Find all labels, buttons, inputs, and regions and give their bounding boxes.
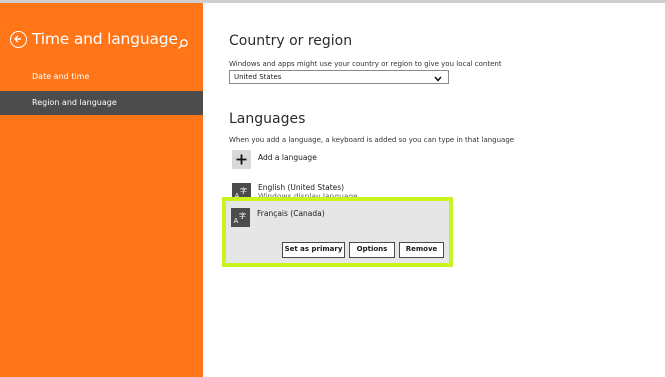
svg-text:字: 字 [239, 211, 246, 220]
svg-text:A: A [234, 217, 239, 225]
language-item-french-canada[interactable]: A 字 Français (Canada) Set as primary Opt… [226, 201, 449, 263]
sidebar-title: Time and language [32, 30, 178, 48]
main-content: Country or region Windows and apps might… [229, 3, 649, 377]
country-description: Windows and apps might use your country … [229, 60, 502, 68]
sidebar: Time and language Date and time Region a… [0, 3, 203, 377]
country-dropdown[interactable]: United States [229, 70, 449, 84]
country-heading: Country or region [229, 33, 353, 49]
languages-heading: Languages [229, 111, 306, 127]
remove-button[interactable]: Remove [399, 242, 444, 258]
svg-text:字: 字 [240, 186, 247, 195]
add-language-button[interactable]: Add a language [232, 150, 492, 170]
language-name: Français (Canada) [257, 209, 325, 218]
language-name: English (United States) [258, 183, 345, 192]
settings-window: Time and language Date and time Region a… [0, 0, 665, 377]
sidebar-item-region-and-language[interactable]: Region and language [0, 91, 203, 115]
back-arrow-icon[interactable] [10, 31, 27, 48]
plus-icon [232, 150, 251, 169]
languages-description: When you add a language, a keyboard is a… [229, 136, 515, 144]
country-dropdown-value: United States [234, 73, 282, 81]
options-button[interactable]: Options [349, 242, 395, 258]
chevron-down-icon [434, 74, 442, 86]
set-as-primary-button[interactable]: Set as primary [282, 242, 345, 258]
add-language-label: Add a language [258, 153, 317, 162]
language-glyph-icon: A 字 [231, 208, 250, 227]
sidebar-item-date-and-time[interactable]: Date and time [0, 65, 203, 89]
search-icon[interactable] [177, 35, 189, 49]
